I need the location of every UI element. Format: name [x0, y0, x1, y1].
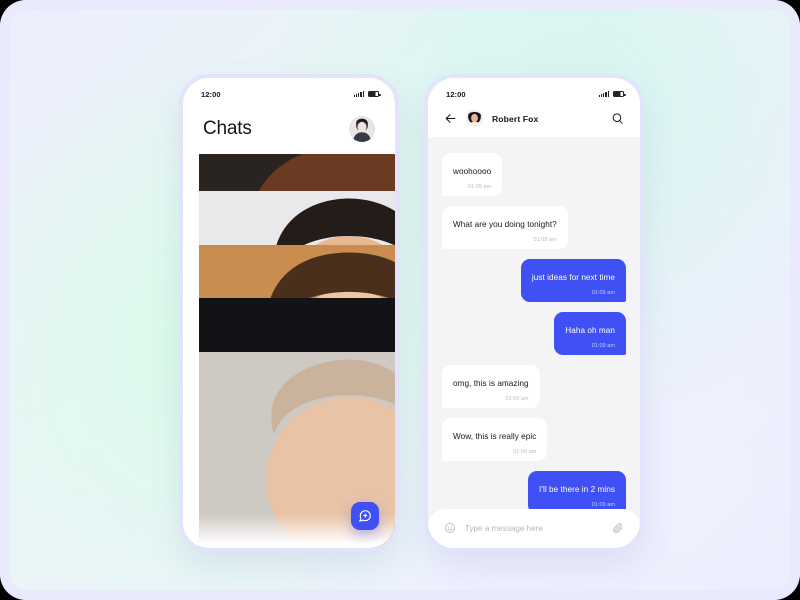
- battery-icon: [613, 91, 626, 97]
- message-time: 01:09 am: [505, 396, 529, 402]
- message-time: 01:09 am: [533, 237, 557, 243]
- attach-button[interactable]: [612, 522, 624, 534]
- message-text: Wow, this is really epic: [453, 432, 537, 441]
- message-bubble-incoming[interactable]: What are you doing tonight? 01:09 am: [442, 206, 568, 249]
- paperclip-icon: [613, 523, 623, 534]
- status-time: 12:00: [446, 89, 466, 99]
- contact-name: Robert Fox: [492, 113, 539, 124]
- message-time: 01:09 am: [591, 502, 615, 508]
- message-composer: [428, 509, 640, 548]
- chat-list[interactable]: Jacob Jones omg, this is amazing 12:00 a…: [183, 154, 395, 548]
- message-text: woohoooo: [453, 167, 492, 176]
- page-title: Chats: [203, 118, 252, 139]
- signal-bars-icon: [353, 91, 364, 97]
- message-row: What are you doing tonight? 01:09 am: [442, 206, 626, 249]
- message-thread[interactable]: woohoooo 01:09 am What are you doing ton…: [428, 137, 640, 509]
- message-row: I'll be there in 2 mins 01:09 am: [442, 471, 626, 509]
- message-bubble-incoming[interactable]: woohoooo 01:09 am: [442, 153, 503, 196]
- conversation-header: Robert Fox: [428, 102, 640, 137]
- new-chat-fab[interactable]: [351, 502, 379, 530]
- message-bubble-outgoing[interactable]: Haha oh man 01:09 am: [554, 312, 626, 355]
- back-arrow-icon: [445, 114, 456, 123]
- status-icons: [598, 91, 626, 97]
- status-bar-left: 12:00: [183, 78, 395, 102]
- emoji-icon: [444, 522, 456, 534]
- back-button[interactable]: [444, 112, 457, 125]
- message-time: 01:09 am: [591, 343, 615, 349]
- message-text: just ideas for next time: [531, 273, 615, 282]
- message-text: omg, this is amazing: [453, 379, 529, 388]
- battery-icon: [368, 91, 381, 97]
- new-message-icon: [359, 510, 371, 522]
- message-bubble-outgoing[interactable]: I'll be there in 2 mins 01:09 am: [528, 471, 626, 509]
- message-row: just ideas for next time 01:09 am: [442, 259, 626, 302]
- search-button[interactable]: [611, 112, 624, 125]
- emoji-button[interactable]: [444, 522, 456, 534]
- avatar-image: [466, 110, 483, 127]
- phone-chats-screen: 12:00 Chats: [183, 78, 395, 548]
- message-bubble-incoming[interactable]: omg, this is amazing 01:09 am: [442, 365, 540, 408]
- message-time: 01:09 am: [591, 290, 615, 296]
- message-input[interactable]: [465, 523, 603, 533]
- signal-bars-icon: [598, 91, 609, 97]
- message-time: 01:09 am: [467, 184, 492, 190]
- avatar-image: [349, 116, 375, 142]
- message-row: Haha oh man 01:09 am: [442, 312, 626, 355]
- message-row: Wow, this is really epic 01:09 am: [442, 418, 626, 461]
- profile-avatar[interactable]: [349, 116, 375, 142]
- message-row: woohoooo 01:09 am: [442, 153, 626, 196]
- message-time: 01:09 am: [513, 449, 537, 455]
- design-canvas: 12:00 Chats 12:00 Robert Fox woohoooo 01…: [0, 0, 800, 600]
- message-row: omg, this is amazing 01:09 am: [442, 365, 626, 408]
- phone-conversation-screen: 12:00 Robert Fox woohoooo 01:09 am What …: [428, 78, 640, 548]
- status-icons: [353, 91, 381, 97]
- search-icon: [612, 113, 623, 124]
- status-bar-right: 12:00: [428, 78, 640, 102]
- message-bubble-outgoing[interactable]: just ideas for next time 01:09 am: [520, 259, 626, 302]
- message-text: Haha oh man: [565, 326, 615, 335]
- message-text: I'll be there in 2 mins: [539, 485, 615, 494]
- message-text: What are you doing tonight?: [453, 220, 557, 229]
- status-time: 12:00: [201, 89, 221, 99]
- message-bubble-incoming[interactable]: Wow, this is really epic 01:09 am: [442, 418, 548, 461]
- contact-avatar[interactable]: [466, 110, 483, 127]
- chats-header: Chats: [183, 102, 395, 154]
